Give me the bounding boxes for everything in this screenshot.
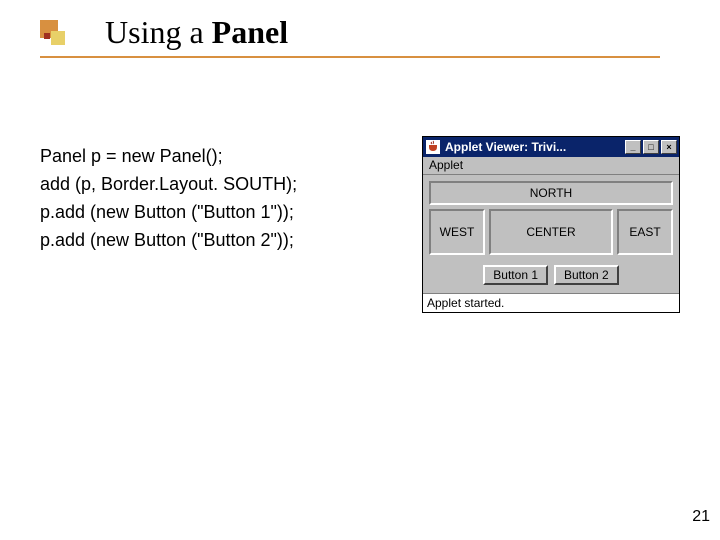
maximize-icon: □ xyxy=(648,143,653,152)
java-cup-icon xyxy=(425,139,441,155)
slide-title-part1: Using a xyxy=(105,14,212,50)
slide-title: Using a Panel xyxy=(105,14,288,51)
page-number: 21 xyxy=(692,508,710,526)
region-center: CENTER xyxy=(489,209,613,255)
code-line-4: p.add (new Button ("Button 2")); xyxy=(40,226,297,254)
borderlayout-grid: NORTH WEST CENTER EAST xyxy=(427,179,675,257)
button-2[interactable]: Button 2 xyxy=(554,265,619,285)
applet-client-area: NORTH WEST CENTER EAST Button 1 Button 2 xyxy=(423,175,679,293)
deco-square-red xyxy=(44,33,50,39)
region-west: WEST xyxy=(429,209,485,255)
code-line-1: Panel p = new Panel(); xyxy=(40,142,297,170)
titlebar: Applet Viewer: Trivi... _ □ × xyxy=(423,137,679,157)
close-button[interactable]: × xyxy=(661,140,677,154)
deco-square-yellow xyxy=(51,31,65,45)
code-line-3: p.add (new Button ("Button 1")); xyxy=(40,198,297,226)
window-title: Applet Viewer: Trivi... xyxy=(445,140,625,154)
close-icon: × xyxy=(666,143,671,152)
south-panel: Button 1 Button 2 xyxy=(427,261,675,289)
slide-title-part2: Panel xyxy=(212,14,288,50)
button-1[interactable]: Button 1 xyxy=(483,265,548,285)
statusbar: Applet started. xyxy=(423,293,679,312)
code-line-2: add (p, Border.Layout. SOUTH); xyxy=(40,170,297,198)
minimize-button[interactable]: _ xyxy=(625,140,641,154)
region-east: EAST xyxy=(617,209,673,255)
menu-applet[interactable]: Applet xyxy=(429,158,463,172)
applet-window: Applet Viewer: Trivi... _ □ × Applet NOR… xyxy=(422,136,680,313)
maximize-button[interactable]: □ xyxy=(643,140,659,154)
window-controls: _ □ × xyxy=(625,140,677,154)
menubar: Applet xyxy=(423,157,679,175)
region-north: NORTH xyxy=(429,181,673,205)
title-underline xyxy=(40,56,660,58)
minimize-icon: _ xyxy=(630,143,635,152)
code-block: Panel p = new Panel(); add (p, Border.La… xyxy=(40,142,297,254)
